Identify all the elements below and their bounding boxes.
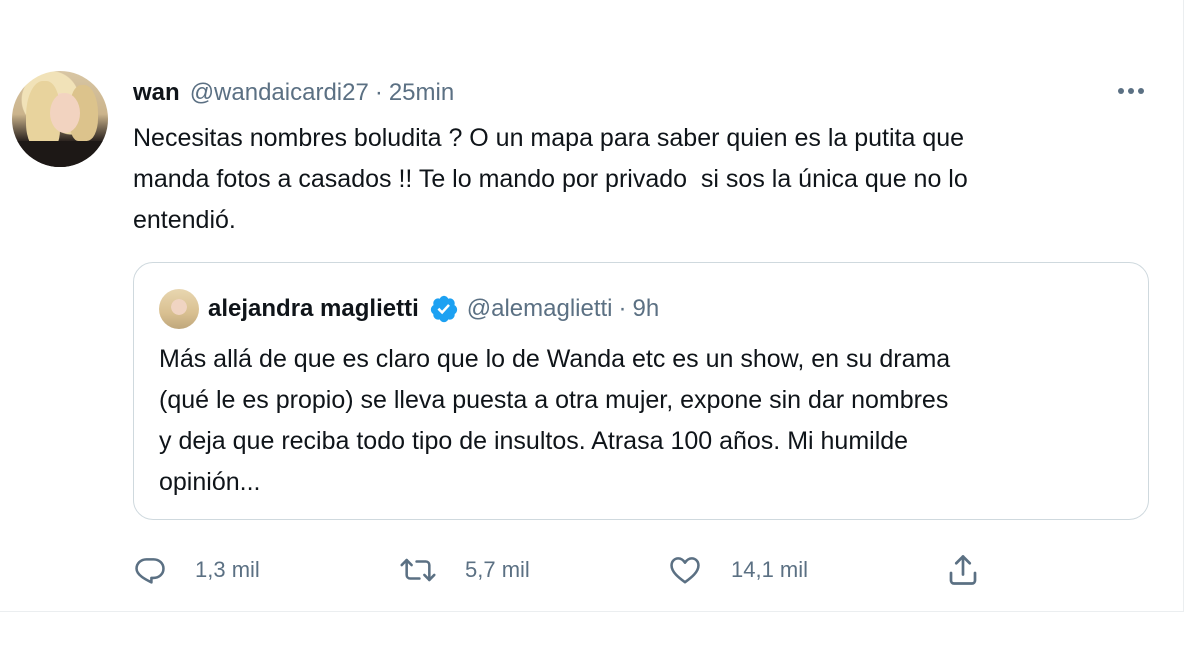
tweet-timestamp[interactable]: 25min bbox=[389, 79, 454, 107]
reply-button[interactable]: 1,3 mil bbox=[133, 548, 260, 592]
share-icon bbox=[949, 555, 977, 585]
author-name[interactable]: wan bbox=[133, 79, 180, 107]
separator-dot: · bbox=[618, 295, 627, 322]
heart-icon bbox=[670, 557, 700, 584]
quoted-author-handle: @alemaglietti bbox=[466, 295, 613, 322]
share-button[interactable] bbox=[945, 548, 981, 592]
reply-count: 1,3 mil bbox=[195, 557, 260, 582]
quoted-author-name: alejandra maglietti bbox=[208, 295, 419, 322]
author-avatar[interactable] bbox=[12, 71, 108, 167]
separator-dot: · bbox=[374, 79, 383, 106]
like-button[interactable]: 14,1 mil bbox=[667, 548, 808, 592]
tweet-card[interactable]: wan @wandaicardi27 · 25min Necesitas nom… bbox=[0, 0, 1184, 612]
reply-icon bbox=[135, 558, 165, 584]
quoted-tweet-header: alejandra maglietti @alemaglietti · 9h bbox=[208, 293, 659, 325]
verified-badge-icon bbox=[429, 294, 459, 324]
quoted-tweet[interactable]: alejandra maglietti @alemaglietti · 9h M… bbox=[133, 262, 1149, 520]
retweet-button[interactable]: 5,7 mil bbox=[399, 548, 530, 592]
quoted-author-avatar[interactable] bbox=[159, 289, 199, 329]
tweet-header: wan @wandaicardi27 · 25min bbox=[133, 77, 454, 109]
more-options-button[interactable] bbox=[1112, 80, 1152, 102]
more-horizontal-icon bbox=[1118, 88, 1144, 94]
retweet-count: 5,7 mil bbox=[465, 557, 530, 582]
quoted-tweet-text: Más allá de que es claro que lo de Wanda… bbox=[159, 345, 951, 496]
tweet-text: Necesitas nombres boludita ? O un mapa p… bbox=[133, 124, 968, 234]
quoted-tweet-timestamp: 9h bbox=[632, 295, 660, 322]
retweet-icon bbox=[400, 558, 436, 582]
author-handle[interactable]: @wandaicardi27 bbox=[190, 79, 369, 107]
like-count: 14,1 mil bbox=[731, 557, 809, 582]
tweet-actions-bar: 1,3 mil 5,7 mil 14,1 mil bbox=[133, 548, 1003, 592]
